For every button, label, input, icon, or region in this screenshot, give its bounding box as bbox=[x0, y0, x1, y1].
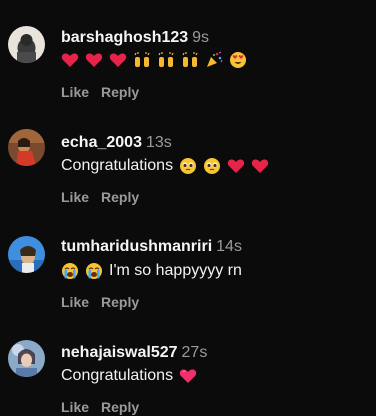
timestamp: 9s bbox=[192, 29, 210, 46]
comment-header: echa_2003 13s bbox=[61, 133, 172, 153]
like-button[interactable]: Like bbox=[61, 84, 89, 100]
timestamp: 14s bbox=[216, 238, 242, 255]
avatar[interactable] bbox=[8, 236, 45, 273]
comment-actions: Like Reply bbox=[61, 398, 139, 416]
comment-item: barshaghosh123 9s Like Reply bbox=[0, 0, 376, 100]
crying-face-icon bbox=[61, 262, 79, 280]
username[interactable]: echa_2003 bbox=[61, 134, 142, 151]
red-heart-icon bbox=[251, 157, 269, 175]
comment-actions: Like Reply bbox=[61, 293, 139, 311]
reply-button[interactable]: Reply bbox=[101, 84, 139, 100]
comment-header: barshaghosh123 9s bbox=[61, 28, 209, 48]
like-button[interactable]: Like bbox=[61, 399, 89, 415]
reply-button[interactable]: Reply bbox=[101, 189, 139, 205]
username[interactable]: nehajaiswal527 bbox=[61, 344, 178, 361]
timestamp: 13s bbox=[145, 134, 172, 151]
username[interactable]: barshaghosh123 bbox=[61, 29, 188, 46]
comment-text-content: Congratulations bbox=[61, 367, 174, 384]
timestamp: 27s bbox=[181, 344, 208, 361]
comment-text-content: Congratulations bbox=[61, 157, 174, 174]
comment-actions: Like Reply bbox=[61, 83, 139, 101]
pleading-face-icon bbox=[179, 157, 197, 175]
like-button[interactable]: Like bbox=[61, 294, 89, 310]
comment-text: Congratulations bbox=[61, 366, 203, 386]
raising-hands-icon bbox=[157, 51, 175, 69]
red-heart-icon bbox=[61, 51, 79, 69]
reply-button[interactable]: Reply bbox=[101, 399, 139, 415]
pink-heart-icon bbox=[179, 367, 197, 385]
like-button[interactable]: Like bbox=[61, 189, 89, 205]
raising-hands-icon bbox=[181, 51, 199, 69]
comment-item: tumharidushmanriri 14s I'm so happyyyy rn… bbox=[0, 210, 376, 310]
avatar[interactable] bbox=[8, 129, 45, 166]
crying-face-icon bbox=[85, 262, 103, 280]
comment-text: I'm so happyyyy rn bbox=[61, 261, 242, 281]
raising-hands-icon bbox=[133, 51, 151, 69]
red-heart-icon bbox=[85, 51, 103, 69]
red-heart-icon bbox=[227, 157, 245, 175]
heart-eyes-face-icon bbox=[229, 51, 247, 69]
avatar[interactable] bbox=[8, 26, 45, 63]
comment-item: echa_2003 13s Congratulations Like Reply bbox=[0, 105, 376, 205]
comment-item: nehajaiswal527 27s Congratulations Like Re… bbox=[0, 315, 376, 415]
pleading-face-icon bbox=[203, 157, 221, 175]
reply-button[interactable]: Reply bbox=[101, 294, 139, 310]
comment-actions: Like Reply bbox=[61, 188, 139, 206]
comment-text bbox=[61, 51, 253, 69]
comment-header: tumharidushmanriri 14s bbox=[61, 237, 242, 257]
avatar[interactable] bbox=[8, 340, 45, 377]
comment-header: nehajaiswal527 27s bbox=[61, 343, 207, 363]
red-heart-icon bbox=[109, 51, 127, 69]
party-popper-icon bbox=[205, 51, 223, 69]
username[interactable]: tumharidushmanriri bbox=[61, 238, 212, 255]
comment-text-content: I'm so happyyyy rn bbox=[109, 262, 242, 279]
comment-text: Congratulations bbox=[61, 156, 275, 176]
